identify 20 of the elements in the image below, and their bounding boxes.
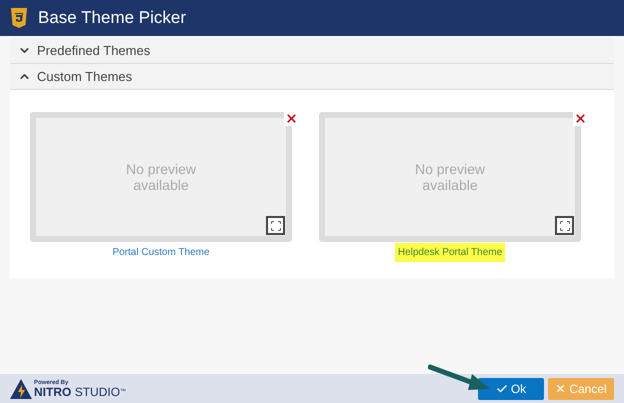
theme-link[interactable]: Helpdesk Portal Theme bbox=[394, 243, 506, 262]
annotation-arrow bbox=[428, 364, 492, 392]
expand-button[interactable] bbox=[555, 216, 574, 235]
fullscreen-icon bbox=[270, 220, 282, 232]
ok-button[interactable]: Ok bbox=[478, 378, 544, 400]
lightning-triangle-icon bbox=[10, 378, 32, 398]
no-preview-text: No preview available bbox=[124, 161, 198, 193]
no-preview-text: No preview available bbox=[414, 161, 486, 193]
check-icon bbox=[496, 382, 508, 394]
expand-button[interactable] bbox=[266, 216, 285, 235]
window-title: Base Theme Picker bbox=[38, 7, 186, 30]
close-icon bbox=[555, 383, 566, 394]
shield-logo-icon bbox=[10, 7, 28, 29]
close-icon bbox=[285, 112, 298, 125]
accordion-header[interactable]: Predefined Themes bbox=[10, 38, 614, 64]
accordion-header[interactable]: Custom Themes bbox=[10, 64, 614, 90]
close-icon bbox=[574, 112, 587, 125]
brand-text: NITRO STUDIO$^{™}$ bbox=[34, 386, 126, 398]
fullscreen-icon bbox=[558, 220, 570, 232]
theme-link[interactable]: Portal Custom Theme bbox=[109, 243, 213, 262]
